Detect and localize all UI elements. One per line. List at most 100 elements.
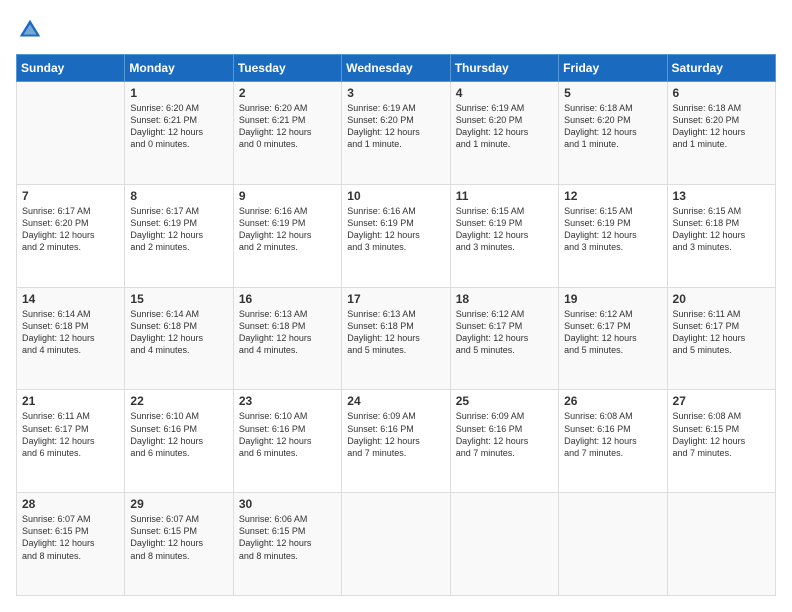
day-number: 27 xyxy=(673,394,770,408)
day-number: 10 xyxy=(347,189,444,203)
calendar-cell: 29Sunrise: 6:07 AM Sunset: 6:15 PM Dayli… xyxy=(125,493,233,596)
day-number: 15 xyxy=(130,292,227,306)
header-day-friday: Friday xyxy=(559,55,667,82)
calendar-cell: 27Sunrise: 6:08 AM Sunset: 6:15 PM Dayli… xyxy=(667,390,775,493)
day-info: Sunrise: 6:15 AM Sunset: 6:18 PM Dayligh… xyxy=(673,205,770,254)
day-info: Sunrise: 6:11 AM Sunset: 6:17 PM Dayligh… xyxy=(673,308,770,357)
header-day-wednesday: Wednesday xyxy=(342,55,450,82)
calendar-cell: 20 Sunrise: 6:11 AM Sunset: 6:17 PM Dayli… xyxy=(667,287,775,390)
day-info: Sunrise: 6:13 AM Sunset: 6:18 PM Dayligh… xyxy=(239,308,336,357)
day-number: 9 xyxy=(239,189,336,203)
week-row-3: 21 Sunrise: 6:11 AM Sunset: 6:17 PM Dayli… xyxy=(17,390,776,493)
day-info: Sunrise: 6:18 AM Sunset: 6:20 PM Dayligh… xyxy=(673,102,770,151)
day-number: 25 xyxy=(456,394,553,408)
day-number: 29 xyxy=(130,497,227,511)
day-number: 21 xyxy=(22,394,119,408)
calendar-cell: 2 Sunrise: 6:20 AM Sunset: 6:21 PM Daylig… xyxy=(233,82,341,185)
day-number: 16 xyxy=(239,292,336,306)
day-number: 4 xyxy=(456,86,553,100)
day-number: 12 xyxy=(564,189,661,203)
day-info: Sunrise: 6:09 AM Sunset: 6:16 PM Dayligh… xyxy=(456,410,553,459)
day-info: Sunrise: 6:14 AM Sunset: 6:18 PM Dayligh… xyxy=(22,308,119,357)
logo-icon xyxy=(16,16,44,44)
day-number: 28 xyxy=(22,497,119,511)
calendar-cell: 4Sunrise: 6:19 AM Sunset: 6:20 PM Daylig… xyxy=(450,82,558,185)
calendar-cell: 21 Sunrise: 6:11 AM Sunset: 6:17 PM Dayli… xyxy=(17,390,125,493)
calendar-cell xyxy=(450,493,558,596)
day-info: Sunrise: 6:19 AM Sunset: 6:20 PM Dayligh… xyxy=(347,102,444,151)
calendar-cell xyxy=(342,493,450,596)
week-row-2: 14 Sunrise: 6:14 AM Sunset: 6:18 PM Dayli… xyxy=(17,287,776,390)
day-info: Sunrise: 6:12 AM Sunset: 6:17 PM Dayligh… xyxy=(564,308,661,357)
calendar-cell xyxy=(17,82,125,185)
calendar-cell: 5 Sunrise: 6:18 AM Sunset: 6:20 PM Daylig… xyxy=(559,82,667,185)
calendar-cell: 23 Sunrise: 6:10 AM Sunset: 6:16 PM Dayli… xyxy=(233,390,341,493)
day-info: Sunrise: 6:13 AM Sunset: 6:18 PM Dayligh… xyxy=(347,308,444,357)
logo xyxy=(16,16,48,44)
calendar-cell xyxy=(559,493,667,596)
day-number: 14 xyxy=(22,292,119,306)
day-number: 1 xyxy=(130,86,227,100)
day-info: Sunrise: 6:09 AM Sunset: 6:16 PM Dayligh… xyxy=(347,410,444,459)
calendar-body: 1 Sunrise: 6:20 AM Sunset: 6:21 PM Daylig… xyxy=(17,82,776,596)
calendar-cell: 8Sunrise: 6:17 AM Sunset: 6:19 PM Daylig… xyxy=(125,184,233,287)
calendar-cell: 25 Sunrise: 6:09 AM Sunset: 6:16 PM Dayli… xyxy=(450,390,558,493)
header-day-tuesday: Tuesday xyxy=(233,55,341,82)
week-row-0: 1 Sunrise: 6:20 AM Sunset: 6:21 PM Daylig… xyxy=(17,82,776,185)
day-number: 26 xyxy=(564,394,661,408)
week-row-4: 28 Sunrise: 6:07 AM Sunset: 6:15 PM Dayli… xyxy=(17,493,776,596)
header-day-monday: Monday xyxy=(125,55,233,82)
day-number: 30 xyxy=(239,497,336,511)
calendar-header: SundayMondayTuesdayWednesdayThursdayFrid… xyxy=(17,55,776,82)
day-number: 6 xyxy=(673,86,770,100)
day-info: Sunrise: 6:16 AM Sunset: 6:19 PM Dayligh… xyxy=(239,205,336,254)
calendar-cell: 26 Sunrise: 6:08 AM Sunset: 6:16 PM Dayli… xyxy=(559,390,667,493)
calendar-cell: 28 Sunrise: 6:07 AM Sunset: 6:15 PM Dayli… xyxy=(17,493,125,596)
day-info: Sunrise: 6:20 AM Sunset: 6:21 PM Dayligh… xyxy=(130,102,227,151)
day-info: Sunrise: 6:08 AM Sunset: 6:16 PM Dayligh… xyxy=(564,410,661,459)
day-number: 20 xyxy=(673,292,770,306)
calendar-cell: 16 Sunrise: 6:13 AM Sunset: 6:18 PM Dayli… xyxy=(233,287,341,390)
header-day-saturday: Saturday xyxy=(667,55,775,82)
day-number: 18 xyxy=(456,292,553,306)
header-day-thursday: Thursday xyxy=(450,55,558,82)
day-info: Sunrise: 6:14 AM Sunset: 6:18 PM Dayligh… xyxy=(130,308,227,357)
calendar-cell: 18Sunrise: 6:12 AM Sunset: 6:17 PM Dayli… xyxy=(450,287,558,390)
day-info: Sunrise: 6:07 AM Sunset: 6:15 PM Dayligh… xyxy=(22,513,119,562)
day-info: Sunrise: 6:20 AM Sunset: 6:21 PM Dayligh… xyxy=(239,102,336,151)
calendar-cell: 10Sunrise: 6:16 AM Sunset: 6:19 PM Dayli… xyxy=(342,184,450,287)
page: SundayMondayTuesdayWednesdayThursdayFrid… xyxy=(0,0,792,612)
day-info: Sunrise: 6:17 AM Sunset: 6:20 PM Dayligh… xyxy=(22,205,119,254)
day-info: Sunrise: 6:15 AM Sunset: 6:19 PM Dayligh… xyxy=(456,205,553,254)
day-number: 3 xyxy=(347,86,444,100)
header-row: SundayMondayTuesdayWednesdayThursdayFrid… xyxy=(17,55,776,82)
calendar-cell: 17 Sunrise: 6:13 AM Sunset: 6:18 PM Dayli… xyxy=(342,287,450,390)
day-number: 24 xyxy=(347,394,444,408)
day-number: 19 xyxy=(564,292,661,306)
calendar-cell: 19 Sunrise: 6:12 AM Sunset: 6:17 PM Dayli… xyxy=(559,287,667,390)
day-number: 2 xyxy=(239,86,336,100)
calendar-cell: 1 Sunrise: 6:20 AM Sunset: 6:21 PM Daylig… xyxy=(125,82,233,185)
day-number: 17 xyxy=(347,292,444,306)
day-number: 22 xyxy=(130,394,227,408)
calendar-cell: 15 Sunrise: 6:14 AM Sunset: 6:18 PM Dayli… xyxy=(125,287,233,390)
day-info: Sunrise: 6:10 AM Sunset: 6:16 PM Dayligh… xyxy=(239,410,336,459)
calendar-cell: 13 Sunrise: 6:15 AM Sunset: 6:18 PM Dayli… xyxy=(667,184,775,287)
day-info: Sunrise: 6:11 AM Sunset: 6:17 PM Dayligh… xyxy=(22,410,119,459)
day-info: Sunrise: 6:06 AM Sunset: 6:15 PM Dayligh… xyxy=(239,513,336,562)
header-day-sunday: Sunday xyxy=(17,55,125,82)
day-number: 7 xyxy=(22,189,119,203)
week-row-1: 7 Sunrise: 6:17 AM Sunset: 6:20 PM Daylig… xyxy=(17,184,776,287)
day-info: Sunrise: 6:18 AM Sunset: 6:20 PM Dayligh… xyxy=(564,102,661,151)
calendar-cell: 30 Sunrise: 6:06 AM Sunset: 6:15 PM Dayli… xyxy=(233,493,341,596)
day-number: 13 xyxy=(673,189,770,203)
header xyxy=(16,16,776,44)
day-number: 23 xyxy=(239,394,336,408)
calendar-cell: 7 Sunrise: 6:17 AM Sunset: 6:20 PM Daylig… xyxy=(17,184,125,287)
day-number: 8 xyxy=(130,189,227,203)
day-number: 5 xyxy=(564,86,661,100)
day-info: Sunrise: 6:15 AM Sunset: 6:19 PM Dayligh… xyxy=(564,205,661,254)
calendar-cell: 11Sunrise: 6:15 AM Sunset: 6:19 PM Dayli… xyxy=(450,184,558,287)
calendar-cell: 12 Sunrise: 6:15 AM Sunset: 6:19 PM Dayli… xyxy=(559,184,667,287)
calendar-cell: 6 Sunrise: 6:18 AM Sunset: 6:20 PM Daylig… xyxy=(667,82,775,185)
